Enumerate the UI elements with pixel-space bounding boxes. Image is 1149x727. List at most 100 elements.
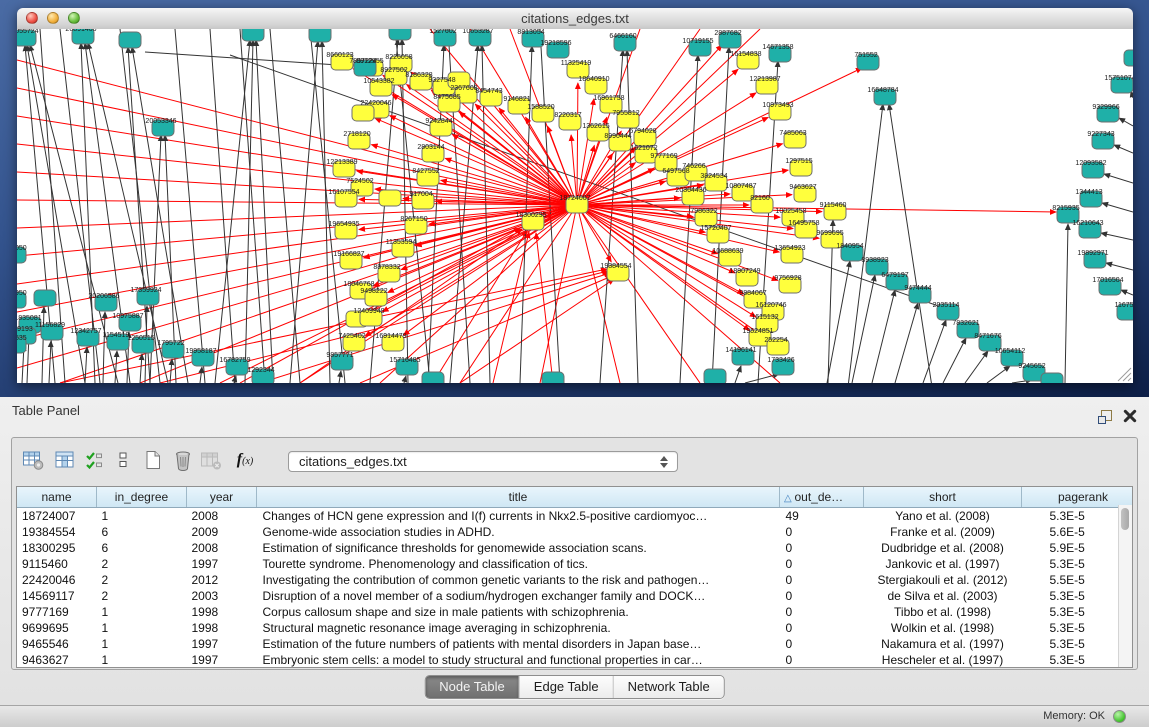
table-row[interactable]: 1830029562008Estimation of significance … bbox=[17, 540, 1133, 556]
graph-node-label: 10654112 bbox=[995, 348, 1026, 355]
column-header-year[interactable]: year bbox=[187, 487, 257, 508]
table-cell: 1 bbox=[97, 620, 187, 636]
graph-node[interactable] bbox=[242, 29, 264, 41]
create-column-button[interactable] bbox=[140, 446, 168, 474]
table-row[interactable]: 1872400712008Changes of HCN gene express… bbox=[17, 508, 1133, 525]
graph-node-label: 15720407 bbox=[700, 225, 731, 232]
column-header-out_degree[interactable]: △ out_de… bbox=[780, 487, 864, 508]
table-row[interactable]: 969969511998Structural magnetic resonanc… bbox=[17, 620, 1133, 636]
table-cell: 18724007 bbox=[17, 508, 97, 525]
graph-node-label: 8215935 bbox=[1052, 205, 1079, 212]
table-row[interactable]: 1938455462009Genome-wide association stu… bbox=[17, 524, 1133, 540]
graph-node[interactable] bbox=[704, 369, 726, 383]
memory-ok-led[interactable] bbox=[1113, 710, 1126, 723]
graph-node-label: 8927502 bbox=[380, 67, 407, 74]
table-cell: Embryonic stem cells: a model to study s… bbox=[257, 652, 780, 668]
graph-node-label: 20206586 bbox=[88, 293, 119, 300]
graph-node-label: 16120746 bbox=[755, 302, 786, 309]
graph-node[interactable] bbox=[34, 290, 56, 306]
select-columns-button[interactable] bbox=[82, 446, 110, 474]
column-header-name[interactable]: name bbox=[17, 487, 97, 508]
table-row[interactable]: 946554611997Estimation of the future num… bbox=[17, 636, 1133, 652]
graph-node-label: 10973493 bbox=[762, 102, 793, 109]
graph-node-label: 12342757 bbox=[70, 328, 101, 335]
table-row[interactable]: 911546021997Tourette syndrome. Phenomeno… bbox=[17, 556, 1133, 572]
table-selector[interactable]: citations_edges.txt bbox=[288, 451, 678, 472]
close-window-button[interactable] bbox=[26, 12, 38, 24]
graph-node-label: 19654935 bbox=[328, 221, 359, 228]
table-row[interactable]: 946362711997Embryonic stem cells: a mode… bbox=[17, 652, 1133, 668]
graph-node[interactable] bbox=[1124, 50, 1133, 66]
table-group: f(x) citations_edges.txt namein_degreeye… bbox=[11, 437, 1138, 670]
table-cell: Jankovic et al. (1997) bbox=[864, 556, 1022, 572]
table-cell: 1997 bbox=[187, 652, 257, 668]
delete-column-button[interactable] bbox=[170, 446, 198, 474]
table-cell: 5.3E-5 bbox=[1022, 604, 1134, 620]
table-row[interactable]: 977716911998Corpus callosum shape and si… bbox=[17, 604, 1133, 620]
graph-node[interactable] bbox=[379, 190, 401, 206]
close-panel-icon[interactable] bbox=[1123, 409, 1137, 423]
graph-node[interactable] bbox=[389, 29, 411, 40]
graph-node[interactable] bbox=[1041, 373, 1063, 383]
function-builder-button[interactable]: f(x) bbox=[228, 446, 262, 474]
scrollbar-thumb[interactable] bbox=[1121, 508, 1129, 530]
table-cell: 0 bbox=[780, 620, 864, 636]
graph-node-label: 746266 bbox=[682, 163, 705, 170]
table-row[interactable]: 2242004622012Investigating the contribut… bbox=[17, 572, 1133, 588]
combo-arrows-icon bbox=[660, 455, 668, 469]
table-scrollbar[interactable] bbox=[1118, 505, 1132, 667]
table-options-button[interactable] bbox=[20, 446, 48, 474]
graph-node-label: 12409948 bbox=[353, 308, 384, 315]
graph-node-label: 3824534 bbox=[700, 173, 727, 180]
cytoscape-desktop: citations_edges.txt 18724007866012389129… bbox=[0, 0, 1149, 397]
table-cell: 14569117 bbox=[17, 588, 97, 604]
minimize-window-button[interactable] bbox=[47, 12, 59, 24]
table-row[interactable]: 1456911722003Disruption of a novel membe… bbox=[17, 588, 1133, 604]
network-canvas[interactable]: 1872400786601238912955822605889275021054… bbox=[17, 29, 1133, 383]
table-cell: 1997 bbox=[187, 556, 257, 572]
graph-node-label: 8267150 bbox=[400, 216, 427, 223]
graph-node-label: 16495758 bbox=[788, 220, 819, 227]
float-panel-icon[interactable] bbox=[1098, 410, 1113, 425]
graph-node-label: 8220317 bbox=[554, 112, 581, 119]
sort-asc-icon: △ bbox=[784, 493, 794, 504]
delete-table-button[interactable] bbox=[198, 446, 226, 474]
graph-node-label: 1292344 bbox=[247, 367, 274, 374]
graph-node-label: 10807487 bbox=[725, 183, 756, 190]
column-header-in_degree[interactable]: in_degree bbox=[97, 487, 187, 508]
table-cell: Estimation of the future numbers of pati… bbox=[257, 636, 780, 652]
column-header-title[interactable]: title bbox=[257, 487, 780, 508]
table-cell: 5.3E-5 bbox=[1022, 556, 1134, 572]
tab-network-table[interactable]: Network Table bbox=[614, 676, 724, 698]
table-cell: Franke et al. (2009) bbox=[864, 524, 1022, 540]
table-cell: 0 bbox=[780, 572, 864, 588]
window-titlebar[interactable]: citations_edges.txt bbox=[17, 8, 1133, 30]
table-cell: 9699695 bbox=[17, 620, 97, 636]
column-header-short[interactable]: short bbox=[864, 487, 1022, 508]
graph-node-label: 9327548 bbox=[428, 77, 455, 84]
graph-node-label: 7524502 bbox=[346, 178, 373, 185]
graph-node-label: 19892971 bbox=[1077, 250, 1108, 257]
table-cell: Yano et al. (2008) bbox=[864, 508, 1022, 525]
graph-node-label: 12213987 bbox=[749, 76, 780, 83]
graph-node-label: 10719155 bbox=[682, 38, 713, 45]
graph-node-label: 7986322 bbox=[690, 208, 717, 215]
zoom-window-button[interactable] bbox=[68, 12, 80, 24]
graph-node-label: 16648784 bbox=[867, 87, 898, 94]
graph-node-label: 1250515 bbox=[127, 335, 154, 342]
graph-node[interactable] bbox=[352, 105, 374, 121]
table-cell: 5.3E-5 bbox=[1022, 620, 1134, 636]
tab-edge-table[interactable]: Edge Table bbox=[520, 676, 614, 698]
column-visibility-button[interactable] bbox=[52, 446, 80, 474]
row-options-button[interactable] bbox=[110, 446, 138, 474]
graph-node[interactable] bbox=[422, 372, 444, 383]
graph-node-label: 1615132 bbox=[751, 314, 778, 321]
node-table: namein_degreeyeartitle△ out_de…shortpage… bbox=[16, 486, 1133, 668]
column-header-pagerank[interactable]: pagerank bbox=[1022, 487, 1134, 508]
tab-node-table[interactable]: Node Table bbox=[425, 676, 520, 698]
graph-node[interactable] bbox=[542, 372, 564, 383]
table-selector-value: citations_edges.txt bbox=[299, 454, 407, 469]
graph-node[interactable] bbox=[309, 29, 331, 42]
graph-node-label: 18046768 bbox=[343, 281, 374, 288]
graph-node[interactable] bbox=[119, 32, 141, 48]
